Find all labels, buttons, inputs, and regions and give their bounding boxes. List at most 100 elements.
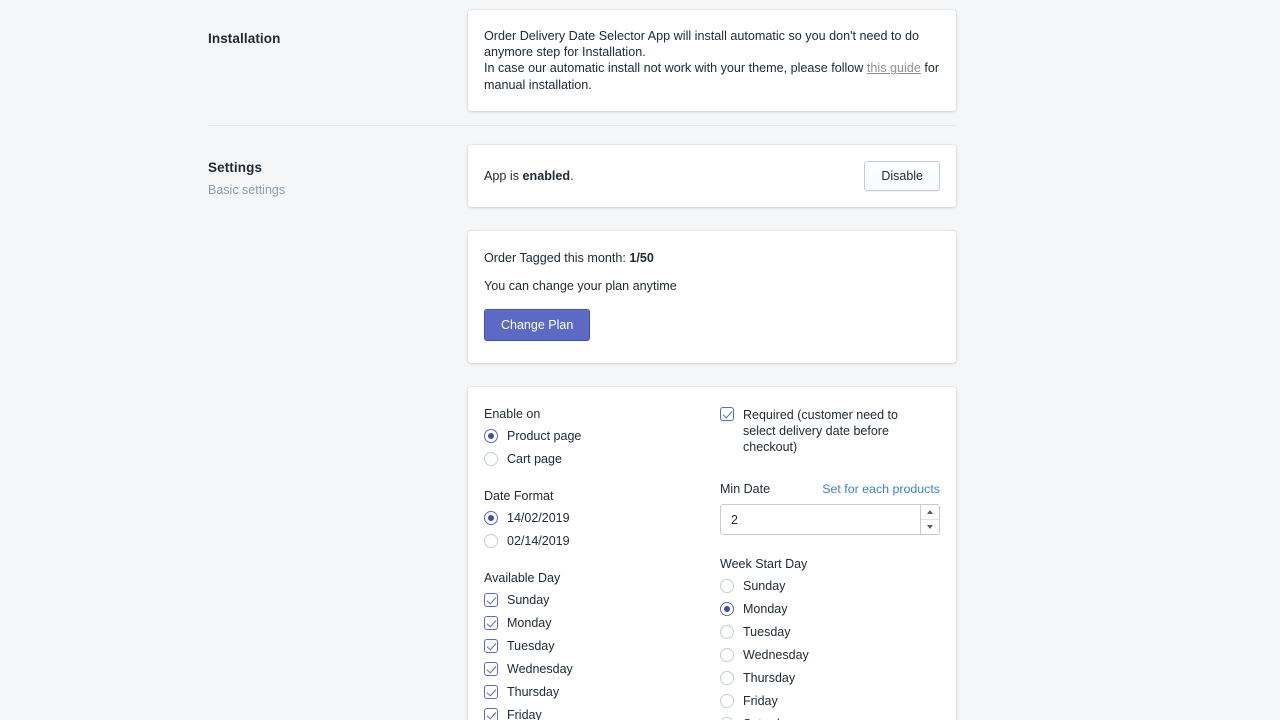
settings-aside: Settings Basic settings xyxy=(208,145,468,197)
radio-icon[interactable] xyxy=(720,579,734,593)
min-date-input-wrapper[interactable] xyxy=(720,504,940,535)
installation-section: Installation Order Delivery Date Selecto… xyxy=(208,10,956,111)
radio-label: Sunday xyxy=(743,579,785,594)
installation-paragraph-1: Order Delivery Date Selector App will in… xyxy=(484,28,940,60)
checkbox-icon-checked[interactable] xyxy=(484,662,498,676)
plan-usage-label: Order Tagged this month: xyxy=(484,251,629,265)
enable-on-group: Enable on Product page Cart page xyxy=(484,407,720,467)
radio-label: Product page xyxy=(507,429,581,444)
checkbox-label: Monday xyxy=(507,616,551,631)
radio-date-format-ddmmyyyy[interactable]: 14/02/2019 xyxy=(484,511,720,526)
checkbox-icon-checked[interactable] xyxy=(484,708,498,720)
plan-usage-value: 1/50 xyxy=(629,251,654,265)
plan-card: Order Tagged this month: 1/50 You can ch… xyxy=(468,231,956,363)
settings-form-right-column: Required (customer need to select delive… xyxy=(720,407,940,720)
radio-icon-selected[interactable] xyxy=(720,602,734,616)
installation-card: Order Delivery Date Selector App will in… xyxy=(468,10,956,111)
installation-line2-before: In case our automatic install not work w… xyxy=(484,61,867,75)
checkbox-available-wednesday[interactable]: Wednesday xyxy=(484,662,720,677)
installation-paragraph-2: In case our automatic install not work w… xyxy=(484,60,940,92)
installation-heading: Installation xyxy=(208,31,448,46)
settings-form: Enable on Product page Cart page xyxy=(468,387,956,720)
plan-usage-line: Order Tagged this month: 1/50 xyxy=(484,251,940,265)
radio-enable-on-product-page[interactable]: Product page xyxy=(484,429,720,444)
radio-icon[interactable] xyxy=(720,648,734,662)
radio-enable-on-cart-page[interactable]: Cart page xyxy=(484,452,720,467)
checkbox-available-tuesday[interactable]: Tuesday xyxy=(484,639,720,654)
radio-week-start-thursday[interactable]: Thursday xyxy=(720,671,940,686)
checkbox-icon-checked[interactable] xyxy=(484,685,498,699)
chevron-up-icon xyxy=(927,510,933,514)
checkbox-available-thursday[interactable]: Thursday xyxy=(484,685,720,700)
radio-icon[interactable] xyxy=(720,694,734,708)
radio-icon[interactable] xyxy=(484,452,498,466)
app-status-prefix: App is xyxy=(484,169,523,183)
available-day-group: Available Day Sunday Monday xyxy=(484,571,720,720)
app-status-suffix: . xyxy=(570,169,574,183)
radio-label: 14/02/2019 xyxy=(507,511,570,526)
app-status-card: App is enabled. Disable xyxy=(468,145,956,207)
week-start-day-label: Week Start Day xyxy=(720,557,940,571)
basic-settings-card: Enable on Product page Cart page xyxy=(468,387,956,720)
disable-button[interactable]: Disable xyxy=(864,161,940,191)
radio-label: Friday xyxy=(743,694,778,709)
checkbox-label: Tuesday xyxy=(507,639,554,654)
checkbox-available-friday[interactable]: Friday xyxy=(484,708,720,720)
spinner-decrement-button[interactable] xyxy=(921,520,939,535)
min-date-label-row: Min Date Set for each products xyxy=(720,482,940,496)
checkbox-label: Friday xyxy=(507,708,542,720)
settings-heading: Settings xyxy=(208,160,448,175)
required-label: Required (customer need to select delive… xyxy=(743,407,933,455)
week-start-day-group: Week Start Day Sunday Monday xyxy=(720,557,940,720)
radio-icon[interactable] xyxy=(720,671,734,685)
settings-section: Settings Basic settings App is enabled. … xyxy=(208,145,956,720)
this-guide-link[interactable]: this guide xyxy=(867,61,921,75)
date-format-label: Date Format xyxy=(484,489,720,503)
checkbox-icon-checked[interactable] xyxy=(484,639,498,653)
radio-label: 02/14/2019 xyxy=(507,534,570,549)
radio-icon-selected[interactable] xyxy=(484,511,498,525)
plan-card-inner: Order Tagged this month: 1/50 You can ch… xyxy=(468,231,956,363)
min-date-input[interactable] xyxy=(721,505,920,534)
radio-date-format-mmddyyyy[interactable]: 02/14/2019 xyxy=(484,534,720,549)
installation-aside: Installation xyxy=(208,10,468,50)
radio-week-start-friday[interactable]: Friday xyxy=(720,694,940,709)
spinner-increment-button[interactable] xyxy=(921,505,939,520)
settings-form-left-column: Enable on Product page Cart page xyxy=(484,407,720,720)
app-page: Installation Order Delivery Date Selecto… xyxy=(0,0,1280,720)
date-format-group: Date Format 14/02/2019 02/14/2019 xyxy=(484,489,720,549)
checkbox-required[interactable]: Required (customer need to select delive… xyxy=(720,407,940,455)
app-status-value: enabled xyxy=(523,169,571,183)
checkbox-label: Wednesday xyxy=(507,662,573,677)
radio-week-start-tuesday[interactable]: Tuesday xyxy=(720,625,940,640)
required-group: Required (customer need to select delive… xyxy=(720,407,940,455)
min-date-spinner[interactable] xyxy=(920,505,939,534)
radio-icon[interactable] xyxy=(484,534,498,548)
radio-icon-selected[interactable] xyxy=(484,429,498,443)
radio-label: Thursday xyxy=(743,671,795,686)
checkbox-icon-checked[interactable] xyxy=(484,593,498,607)
installation-card-inner: Order Delivery Date Selector App will in… xyxy=(468,10,956,111)
min-date-label: Min Date xyxy=(720,482,770,496)
app-status-row: App is enabled. Disable xyxy=(468,145,956,207)
change-plan-button[interactable]: Change Plan xyxy=(484,309,590,341)
checkbox-label: Thursday xyxy=(507,685,559,700)
installation-body: Order Delivery Date Selector App will in… xyxy=(468,10,956,111)
radio-icon[interactable] xyxy=(720,625,734,639)
radio-label: Wednesday xyxy=(743,648,809,663)
radio-week-start-monday[interactable]: Monday xyxy=(720,602,940,617)
chevron-down-icon xyxy=(927,525,933,529)
available-day-label: Available Day xyxy=(484,571,720,585)
app-status-text: App is enabled. xyxy=(484,168,574,184)
checkbox-icon-checked[interactable] xyxy=(484,616,498,630)
plan-note: You can change your plan anytime xyxy=(484,279,940,293)
checkbox-available-monday[interactable]: Monday xyxy=(484,616,720,631)
section-divider xyxy=(208,125,956,126)
set-for-each-products-link[interactable]: Set for each products xyxy=(822,482,940,496)
radio-label: Tuesday xyxy=(743,625,790,640)
checkbox-icon-checked[interactable] xyxy=(720,407,734,421)
checkbox-available-sunday[interactable]: Sunday xyxy=(484,593,720,608)
radio-week-start-sunday[interactable]: Sunday xyxy=(720,579,940,594)
radio-label: Monday xyxy=(743,602,787,617)
radio-week-start-wednesday[interactable]: Wednesday xyxy=(720,648,940,663)
